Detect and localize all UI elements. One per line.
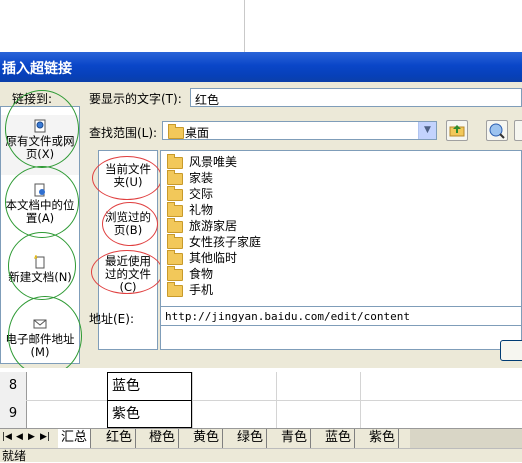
place-label: 置(A): [25, 211, 55, 225]
list-item[interactable]: 手机: [167, 281, 213, 297]
new-document-icon: [33, 255, 47, 269]
folder-icon: [167, 153, 183, 169]
web-page-icon: [33, 119, 47, 133]
grid-line: [192, 372, 193, 428]
current-folder-button[interactable]: 当前文件 夹(U): [99, 163, 157, 189]
browsed-pages-button[interactable]: 浏览过的 页(B): [99, 211, 157, 237]
folder-icon: [167, 169, 183, 185]
document-place-icon: [33, 183, 47, 197]
sheet-tab[interactable]: 青色: [278, 429, 312, 448]
prev-sheet-icon[interactable]: ◀: [16, 432, 23, 442]
last-sheet-icon[interactable]: ▶|: [40, 432, 50, 442]
tab-scroll-area: [410, 429, 522, 448]
sheet-tab[interactable]: 红色: [103, 429, 137, 448]
dialog-title: 插入超链接: [2, 61, 72, 77]
folder-icon: [167, 249, 183, 265]
grid-line: [26, 400, 522, 401]
ok-button[interactable]: [500, 340, 522, 361]
sheet-tab[interactable]: 橙色: [146, 429, 180, 448]
row-header[interactable]: 8: [0, 372, 27, 401]
sheet-tab[interactable]: 蓝色: [322, 429, 356, 448]
browse-file-button[interactable]: [514, 120, 522, 141]
insert-hyperlink-dialog: 插入超链接 链接到: 原有文件或网 页(X) 本文档中的位 置(A) 新建文档(…: [0, 52, 522, 376]
row-header[interactable]: 9: [0, 400, 27, 429]
spreadsheet-top-area: [0, 0, 522, 52]
folder-icon: [167, 233, 183, 249]
folder-icon: [167, 281, 183, 297]
list-item[interactable]: 风景唯美: [167, 153, 237, 169]
email-icon: [33, 317, 47, 331]
sheet-column: [0, 0, 245, 52]
sheet-tab[interactable]: 紫色: [366, 429, 400, 448]
subnav-label: (C): [119, 280, 137, 294]
look-in-value: 桌面: [185, 126, 210, 140]
look-in-label: 查找范围(L):: [89, 126, 158, 140]
recent-files-button[interactable]: 最近使用 过的文件 (C): [99, 255, 157, 294]
link-to-panel: 原有文件或网 页(X) 本文档中的位 置(A) 新建文档(N) 电子邮件地址 (…: [0, 106, 80, 364]
list-item[interactable]: 旅游家居: [167, 217, 237, 233]
list-item[interactable]: 其他临时: [167, 249, 237, 265]
place-this-document[interactable]: 本文档中的位 置(A): [1, 179, 79, 239]
folder-icon: [168, 124, 184, 139]
sheet-tab[interactable]: 黄色: [190, 429, 224, 448]
next-sheet-icon[interactable]: ▶: [28, 432, 35, 442]
sheet-tab[interactable]: 绿色: [234, 429, 268, 448]
dialog-titlebar[interactable]: 插入超链接: [0, 52, 522, 82]
place-label: (M): [30, 345, 50, 359]
list-item[interactable]: 女性孩子家庭: [167, 233, 261, 249]
place-label: 页(X): [25, 147, 55, 161]
subnav-label: 夹(U): [113, 175, 143, 189]
sheet-tab-bar: |◀ ◀ ▶ ▶| 汇总 红色 橙色 黄色 绿色 青色 蓝色 紫色: [0, 428, 522, 448]
place-new-document[interactable]: 新建文档(N): [1, 247, 79, 305]
list-item[interactable]: 家装: [167, 169, 213, 185]
display-text-input[interactable]: 红色: [190, 88, 522, 107]
folder-icon: [167, 265, 183, 281]
chevron-down-icon[interactable]: ▼: [418, 122, 436, 139]
table-cell[interactable]: 紫色: [107, 400, 192, 428]
first-sheet-icon[interactable]: |◀: [2, 432, 12, 442]
status-bar: 就绪: [0, 448, 522, 463]
grid-line: [276, 372, 277, 428]
folder-icon: [167, 217, 183, 233]
list-item[interactable]: 交际: [167, 185, 213, 201]
place-email-address[interactable]: 电子邮件地址 (M): [1, 311, 79, 367]
subnav-label: 页(B): [113, 223, 143, 237]
sheet-tab[interactable]: 汇总: [58, 429, 92, 448]
folder-icon: [167, 201, 183, 217]
look-in-dropdown[interactable]: 桌面 ▼: [162, 121, 437, 140]
place-label: 新建文档(N): [8, 270, 72, 284]
display-text-label: 要显示的文字(T):: [89, 92, 182, 106]
address-label: 地址(E):: [89, 312, 134, 326]
table-cell[interactable]: 蓝色: [107, 372, 192, 401]
up-folder-button[interactable]: [446, 120, 468, 141]
folder-icon: [167, 185, 183, 201]
address-input[interactable]: http://jingyan.baidu.com/edit/content: [160, 306, 522, 326]
spreadsheet-rows: 8 9 蓝色 紫色: [0, 368, 522, 429]
grid-line: [360, 372, 361, 428]
browse-web-button[interactable]: [486, 120, 508, 141]
place-existing-file[interactable]: 原有文件或网 页(X): [1, 115, 79, 175]
list-item[interactable]: 食物: [167, 265, 213, 281]
list-item[interactable]: 礼物: [167, 201, 213, 217]
link-to-label: 链接到:: [12, 92, 53, 106]
